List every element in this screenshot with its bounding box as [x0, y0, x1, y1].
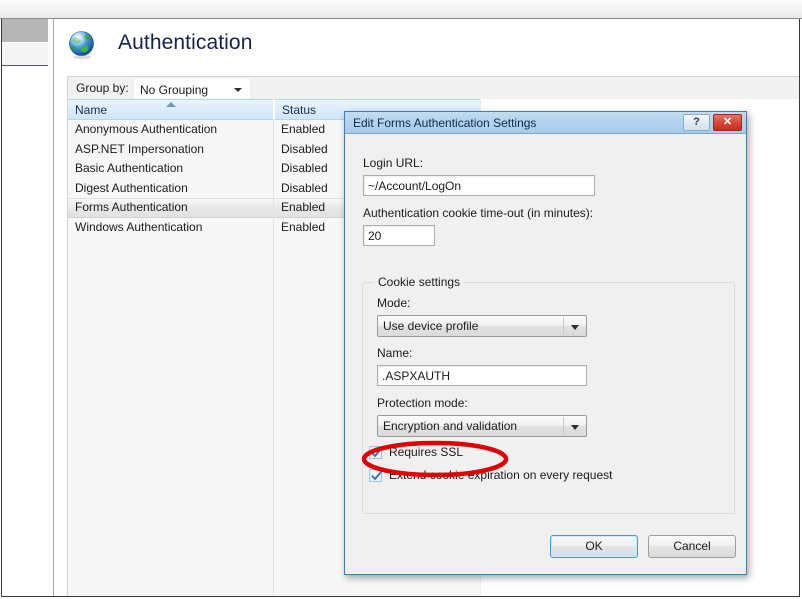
mode-label: Mode:	[377, 296, 411, 310]
combobox-separator	[563, 317, 564, 335]
row-status-cell: Enabled	[281, 219, 326, 234]
cookie-name-input[interactable]: .ASPXAUTH	[377, 365, 587, 386]
sidebar-tree-body[interactable]	[2, 66, 48, 596]
dialog-title: Edit Forms Authentication Settings	[353, 116, 537, 130]
sort-ascending-icon	[166, 102, 176, 107]
sidebar-toolbar-block	[2, 43, 48, 66]
login-url-label: Login URL:	[363, 156, 424, 170]
ok-button[interactable]: OK	[550, 535, 638, 558]
group-by-toolbar: Group by: No Grouping	[67, 76, 799, 99]
cookie-name-label: Name:	[377, 346, 413, 360]
login-url-value: ~/Account/LogOn	[368, 179, 462, 193]
os-window-chrome-top	[0, 0, 802, 19]
requires-ssl-label: Requires SSL	[389, 445, 464, 459]
page-title: Authentication	[118, 31, 253, 54]
extend-cookie-expiration-label: Extend cookie expiration on every reques…	[389, 468, 613, 482]
row-status-cell: Disabled	[281, 180, 328, 195]
row-name-cell: ASP.NET Impersonation	[75, 141, 204, 156]
group-by-label: Group by:	[76, 81, 129, 95]
page-header: Authentication	[55, 19, 799, 73]
cookie-name-value: .ASPXAUTH	[382, 369, 451, 383]
column-divider	[273, 120, 274, 596]
checkbox-icon	[369, 469, 382, 482]
row-name-cell: Anonymous Authentication	[75, 122, 218, 136]
dialog-body: Login URL: ~/Account/LogOn Authenticatio…	[345, 135, 746, 574]
login-url-input[interactable]: ~/Account/LogOn	[363, 175, 595, 196]
globe-icon	[67, 30, 97, 60]
group-by-value: No Grouping	[140, 83, 209, 97]
timeout-label: Authentication cookie time-out (in minut…	[363, 206, 594, 220]
edit-forms-authentication-dialog: Edit Forms Authentication Settings ? ✕ L…	[344, 111, 747, 575]
timeout-input[interactable]: 20	[363, 225, 435, 246]
close-icon[interactable]: ✕	[713, 114, 742, 131]
sidebar-splitter[interactable]	[49, 19, 54, 596]
row-name-cell: Windows Authentication	[75, 219, 203, 234]
column-header-name-label: Name	[75, 103, 108, 117]
connections-sidebar[interactable]	[2, 19, 48, 596]
row-status-cell: Enabled	[281, 200, 326, 214]
cookie-settings-title: Cookie settings	[374, 275, 465, 289]
dialog-titlebar[interactable]: Edit Forms Authentication Settings ? ✕	[345, 112, 746, 134]
chevron-down-icon	[571, 325, 579, 330]
row-status-cell: Disabled	[281, 161, 328, 175]
row-status-cell: Disabled	[281, 141, 328, 156]
screen-root: Authentication Group by: No Grouping Nam…	[0, 0, 802, 599]
column-header-status-label: Status	[282, 103, 317, 117]
row-name-cell: Digest Authentication	[75, 180, 188, 195]
timeout-value: 20	[368, 229, 382, 243]
cancel-button[interactable]: Cancel	[648, 535, 736, 558]
combobox-separator	[563, 417, 564, 435]
sidebar-header-block	[2, 19, 48, 43]
checkbox-icon	[369, 446, 382, 459]
row-name-cell: Forms Authentication	[75, 200, 188, 214]
help-button[interactable]: ?	[683, 114, 710, 131]
protection-mode-value: Encryption and validation	[383, 419, 518, 433]
protection-mode-label: Protection mode:	[377, 396, 468, 410]
mode-value: Use device profile	[383, 319, 479, 333]
chevron-down-icon	[571, 425, 579, 430]
chevron-down-icon	[234, 88, 242, 92]
protection-mode-dropdown[interactable]: Encryption and validation	[377, 415, 587, 437]
row-name-cell: Basic Authentication	[75, 161, 184, 175]
group-by-dropdown[interactable]: No Grouping	[134, 79, 250, 98]
mode-dropdown[interactable]: Use device profile	[377, 315, 587, 337]
column-header-name[interactable]: Name	[68, 99, 273, 120]
row-status-cell: Enabled	[281, 122, 326, 136]
